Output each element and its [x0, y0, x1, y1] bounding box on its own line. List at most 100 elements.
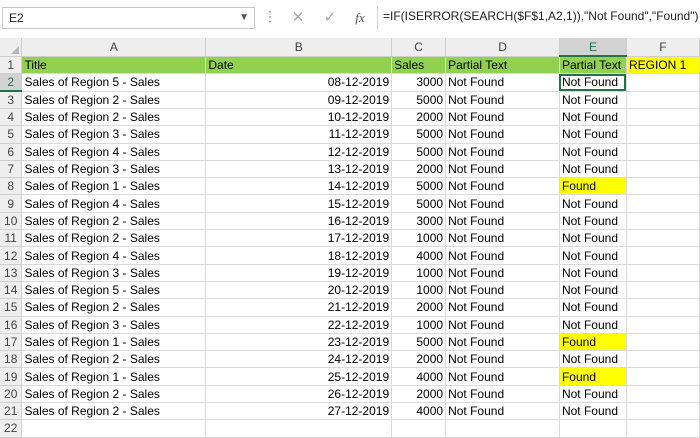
cell-partial-text-e[interactable]: Not Found: [559, 281, 626, 298]
cell-sales[interactable]: 5000: [392, 126, 446, 143]
cell-date[interactable]: 13-12-2019: [206, 160, 392, 177]
cell-partial-text-e[interactable]: Not Found: [559, 299, 626, 316]
cell-date[interactable]: 15-12-2019: [206, 195, 392, 212]
cell-partial-text-d[interactable]: Not Found: [446, 160, 560, 177]
cell-partial-text-e[interactable]: Not Found: [559, 74, 626, 92]
row-header[interactable]: 9: [0, 195, 22, 212]
header-cell-title[interactable]: Title: [22, 56, 206, 74]
cell[interactable]: [559, 420, 626, 437]
row-header[interactable]: 20: [0, 385, 22, 402]
row-header[interactable]: 21: [0, 403, 22, 420]
cell-date[interactable]: 27-12-2019: [206, 403, 392, 420]
cell-date[interactable]: 26-12-2019: [206, 385, 392, 402]
header-cell-partial-text-d[interactable]: Partial Text: [446, 56, 560, 74]
row-header[interactable]: 2: [0, 74, 22, 92]
header-cell-sales[interactable]: Sales: [392, 56, 446, 74]
cell-title[interactable]: Sales of Region 2 - Sales: [22, 299, 206, 316]
cell-title[interactable]: Sales of Region 4 - Sales: [22, 195, 206, 212]
cell-partial-text-d[interactable]: Not Found: [446, 368, 560, 385]
cell-f[interactable]: [626, 385, 699, 402]
cancel-icon[interactable]: ✕: [287, 8, 309, 28]
cell-date[interactable]: 10-12-2019: [206, 109, 392, 126]
cell-partial-text-d[interactable]: Not Found: [446, 74, 560, 92]
cell-title[interactable]: Sales of Region 2 - Sales: [22, 351, 206, 368]
cell-title[interactable]: Sales of Region 1 - Sales: [22, 368, 206, 385]
cell-partial-text-e[interactable]: Not Found: [559, 160, 626, 177]
cell-partial-text-e[interactable]: Not Found: [559, 403, 626, 420]
cell-partial-text-e[interactable]: Found: [559, 368, 626, 385]
cell-partial-text-e[interactable]: Not Found: [559, 230, 626, 247]
cell[interactable]: [206, 420, 392, 437]
cell-f[interactable]: [626, 195, 699, 212]
cell-sales[interactable]: 2000: [392, 160, 446, 177]
row-header[interactable]: 7: [0, 160, 22, 177]
cell-partial-text-d[interactable]: Not Found: [446, 264, 560, 281]
more-options-icon[interactable]: ⋮: [263, 8, 277, 25]
column-header-a[interactable]: A: [22, 38, 206, 56]
cell-f[interactable]: [626, 178, 699, 195]
cell-title[interactable]: Sales of Region 4 - Sales: [22, 143, 206, 160]
cell-partial-text-d[interactable]: Not Found: [446, 299, 560, 316]
cell-partial-text-d[interactable]: Not Found: [446, 230, 560, 247]
cell[interactable]: [626, 420, 699, 437]
row-header[interactable]: 22: [0, 420, 22, 437]
column-header-c[interactable]: C: [392, 38, 446, 56]
cell-f[interactable]: [626, 333, 699, 350]
cell-partial-text-d[interactable]: Not Found: [446, 316, 560, 333]
cell-f[interactable]: [626, 109, 699, 126]
cell-date[interactable]: 16-12-2019: [206, 212, 392, 229]
row-header[interactable]: 17: [0, 333, 22, 350]
enter-icon[interactable]: ✓: [319, 8, 341, 28]
row-header[interactable]: 15: [0, 299, 22, 316]
row-header[interactable]: 6: [0, 143, 22, 160]
cell-partial-text-e[interactable]: Found: [559, 333, 626, 350]
name-box[interactable]: E2 ▼: [2, 7, 255, 29]
cell-sales[interactable]: 1000: [392, 316, 446, 333]
cell-date[interactable]: 17-12-2019: [206, 230, 392, 247]
cell-f[interactable]: [626, 143, 699, 160]
cell-sales[interactable]: 2000: [392, 385, 446, 402]
cell-title[interactable]: Sales of Region 1 - Sales: [22, 178, 206, 195]
cell-f[interactable]: [626, 212, 699, 229]
cell-title[interactable]: Sales of Region 3 - Sales: [22, 160, 206, 177]
cell[interactable]: [22, 420, 206, 437]
cell-date[interactable]: 09-12-2019: [206, 91, 392, 109]
cell-f[interactable]: [626, 351, 699, 368]
cell-date[interactable]: 23-12-2019: [206, 333, 392, 350]
cell-sales[interactable]: 4000: [392, 403, 446, 420]
cell-title[interactable]: Sales of Region 2 - Sales: [22, 403, 206, 420]
cell-f[interactable]: [626, 299, 699, 316]
cell-f[interactable]: [626, 126, 699, 143]
cell-partial-text-e[interactable]: Not Found: [559, 264, 626, 281]
cell-date[interactable]: 12-12-2019: [206, 143, 392, 160]
cell-title[interactable]: Sales of Region 3 - Sales: [22, 126, 206, 143]
cell-f[interactable]: [626, 230, 699, 247]
cell-f[interactable]: [626, 403, 699, 420]
column-header-d[interactable]: D: [446, 38, 560, 56]
cell-f[interactable]: [626, 160, 699, 177]
cell-title[interactable]: Sales of Region 2 - Sales: [22, 91, 206, 109]
cell-date[interactable]: 20-12-2019: [206, 281, 392, 298]
cell-partial-text-d[interactable]: Not Found: [446, 143, 560, 160]
cell-partial-text-e[interactable]: Not Found: [559, 143, 626, 160]
column-header-e[interactable]: E: [559, 38, 626, 56]
column-header-b[interactable]: B: [206, 38, 392, 56]
cell-sales[interactable]: 5000: [392, 143, 446, 160]
cell-partial-text-e[interactable]: Not Found: [559, 316, 626, 333]
cell-sales[interactable]: 5000: [392, 178, 446, 195]
cell-sales[interactable]: 5000: [392, 91, 446, 109]
cell-partial-text-d[interactable]: Not Found: [446, 403, 560, 420]
cell[interactable]: [446, 420, 560, 437]
cell-partial-text-e[interactable]: Found: [559, 178, 626, 195]
row-header[interactable]: 8: [0, 178, 22, 195]
chevron-down-icon[interactable]: ▼: [239, 8, 249, 28]
cell-title[interactable]: Sales of Region 3 - Sales: [22, 264, 206, 281]
cell-partial-text-d[interactable]: Not Found: [446, 281, 560, 298]
cell-partial-text-d[interactable]: Not Found: [446, 333, 560, 350]
cell-title[interactable]: Sales of Region 2 - Sales: [22, 212, 206, 229]
cell-f[interactable]: [626, 264, 699, 281]
cell-f[interactable]: [626, 368, 699, 385]
cell-partial-text-e[interactable]: Not Found: [559, 126, 626, 143]
row-header[interactable]: 11: [0, 230, 22, 247]
row-header[interactable]: 5: [0, 126, 22, 143]
